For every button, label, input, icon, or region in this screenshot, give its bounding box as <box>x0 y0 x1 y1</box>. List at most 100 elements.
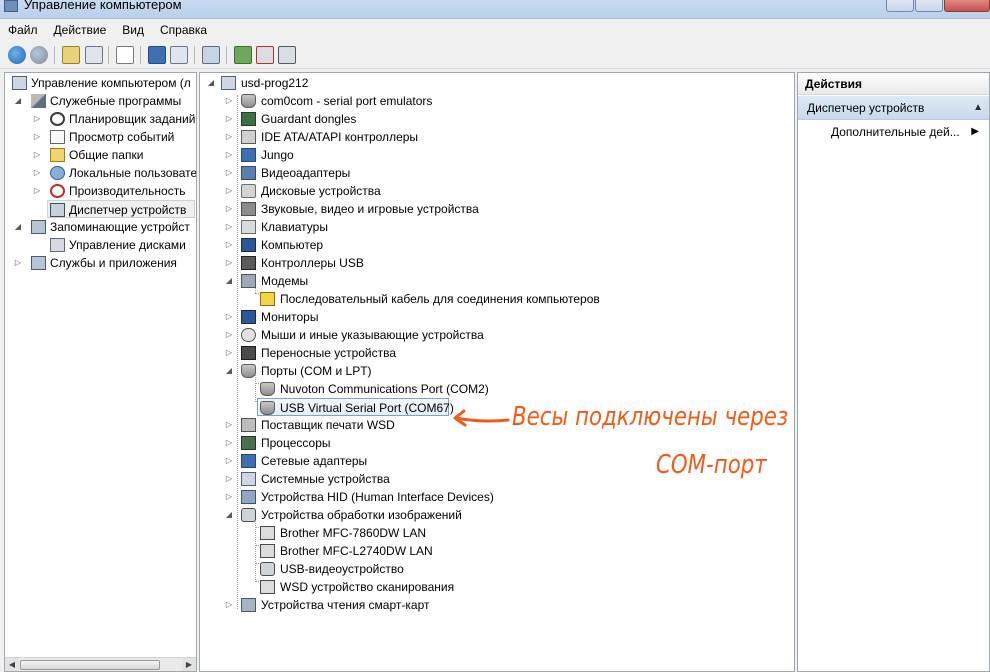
device-label: Brother MFC-7860DW LAN <box>280 526 427 540</box>
expand-arrow-icon[interactable]: ▷ <box>224 344 234 362</box>
collapse-arrow-icon[interactable]: ◢ <box>224 272 234 290</box>
window-title: Управление компьютером <box>24 0 182 12</box>
tools-icon <box>31 94 46 108</box>
actions-section-label: Диспетчер устройств <box>807 101 925 115</box>
expand-arrow-icon[interactable]: ▷ <box>224 470 234 488</box>
expand-arrow-icon[interactable]: ▷ <box>224 254 234 272</box>
back-arrow-icon[interactable] <box>8 46 26 64</box>
horizontal-scrollbar[interactable]: ◀ ▶ <box>5 657 196 671</box>
collapse-up-icon[interactable]: ▲ <box>973 96 983 120</box>
annotation-arrow <box>453 409 510 427</box>
device-tree-pane: ◢ usd-prog212 ▷ com0com - serial port em… <box>199 72 795 672</box>
expand-arrow-icon[interactable]: ▷ <box>224 452 234 470</box>
expand-arrow-icon[interactable]: ▷ <box>224 434 234 452</box>
tree-item-label: Производительность <box>69 184 186 198</box>
export-list-icon[interactable] <box>116 46 134 64</box>
expand-arrow-icon[interactable]: ▷ <box>224 200 234 218</box>
close-button[interactable] <box>944 0 990 12</box>
menu-file[interactable]: Файл <box>8 23 38 37</box>
event-log-icon <box>50 130 65 144</box>
expand-arrow-icon[interactable]: ▷ <box>224 218 234 236</box>
menu-help[interactable]: Справка <box>160 23 207 37</box>
expand-arrow-icon[interactable]: ▷ <box>224 308 234 326</box>
expand-arrow-icon[interactable]: ▷ <box>224 92 234 110</box>
scan-hardware-icon[interactable] <box>202 46 220 64</box>
expand-arrow-icon[interactable]: ▷ <box>32 182 42 200</box>
minimize-button[interactable] <box>886 0 914 12</box>
collapse-arrow-icon[interactable]: ◢ <box>13 92 23 110</box>
device-label: Видеоадаптеры <box>261 166 351 180</box>
scroll-left-icon[interactable]: ◀ <box>5 658 19 671</box>
collapse-arrow-icon[interactable]: ◢ <box>224 362 234 380</box>
expand-arrow-icon[interactable]: ▷ <box>224 488 234 506</box>
disk-drive-icon <box>241 184 256 198</box>
maximize-button[interactable] <box>915 0 943 12</box>
tree-item-device-manager[interactable]: Диспетчер устройств <box>47 200 195 218</box>
uninstall-device-icon[interactable] <box>256 46 274 64</box>
expand-arrow-icon[interactable]: ▷ <box>224 326 234 344</box>
disable-device-icon[interactable] <box>278 46 296 64</box>
clock-icon <box>50 112 65 126</box>
show-action-pane-icon[interactable] <box>170 46 188 64</box>
tree-item-label: Запоминающие устройст <box>50 220 190 234</box>
device-label: Системные устройства <box>261 472 390 486</box>
toolbar-separator <box>54 46 55 64</box>
toolbar-separator <box>140 46 141 64</box>
processor-icon <box>241 436 256 450</box>
webcam-icon <box>260 562 275 576</box>
toolbar-separator <box>194 46 195 64</box>
menu-action[interactable]: Действие <box>54 23 107 37</box>
annotation-line-2: COM-порт <box>656 450 767 480</box>
monitor-icon <box>241 310 256 324</box>
expand-arrow-icon[interactable]: ▷ <box>32 110 42 128</box>
system-device-icon <box>241 472 256 486</box>
expand-arrow-icon[interactable]: ▷ <box>224 146 234 164</box>
computer-management-icon <box>4 0 18 12</box>
expand-arrow-icon[interactable]: ▷ <box>224 236 234 254</box>
expand-arrow-icon[interactable]: ▷ <box>32 146 42 164</box>
menu-view[interactable]: Вид <box>122 23 144 37</box>
device-label: Последовательный кабель для соединения к… <box>280 292 600 306</box>
expand-arrow-icon[interactable]: ▷ <box>224 416 234 434</box>
up-folder-icon[interactable] <box>62 46 80 64</box>
title-bar: Управление компьютером <box>0 0 990 19</box>
tree-guide-line <box>255 515 256 582</box>
computer-management-icon <box>12 76 27 90</box>
tree-item-label: Управление дисками <box>69 238 186 252</box>
device-item-selected[interactable]: USB Virtual Serial Port (COM67) <box>257 398 454 416</box>
expand-arrow-icon[interactable]: ▷ <box>224 110 234 128</box>
device-label: USB-видеоустройство <box>280 562 404 576</box>
expand-arrow-icon[interactable]: ▷ <box>32 128 42 146</box>
expand-arrow-icon[interactable]: ▷ <box>13 254 23 272</box>
hid-icon <box>241 490 256 504</box>
collapse-arrow-icon[interactable]: ◢ <box>224 506 234 524</box>
expand-arrow-icon[interactable]: ▷ <box>224 596 234 614</box>
device-label: Модемы <box>261 274 309 288</box>
help-icon[interactable] <box>148 46 166 64</box>
expand-arrow-icon[interactable]: ▷ <box>32 164 42 182</box>
actions-pane: Действия Диспетчер устройств ▲ Дополните… <box>797 72 990 672</box>
tree-item-label: Диспетчер устройств <box>69 203 187 217</box>
serial-port-icon <box>241 94 256 108</box>
expand-arrow-icon[interactable]: ▷ <box>224 164 234 182</box>
device-label: Переносные устройства <box>261 346 397 360</box>
toolbar-separator <box>226 46 227 64</box>
console-tree-pane: Управление компьютером (л ◢ Служебные пр… <box>4 72 197 672</box>
scrollbar-thumb[interactable] <box>20 660 160 670</box>
collapse-arrow-icon[interactable]: ◢ <box>13 218 23 236</box>
forward-arrow-icon[interactable] <box>30 46 48 64</box>
expand-arrow-icon[interactable]: ▷ <box>224 128 234 146</box>
network-adapter-icon <box>241 454 256 468</box>
update-driver-icon[interactable] <box>234 46 252 64</box>
mouse-icon <box>241 328 256 342</box>
collapse-arrow-icon[interactable]: ◢ <box>206 74 216 92</box>
more-actions-item[interactable]: Дополнительные дей... ▶ <box>798 121 989 143</box>
ide-controller-icon <box>241 130 256 144</box>
show-hide-tree-icon[interactable] <box>85 46 103 64</box>
tree-guide-line <box>237 95 238 609</box>
scroll-right-icon[interactable]: ▶ <box>182 658 196 671</box>
tree-item-label: Службы и приложения <box>50 256 177 270</box>
actions-section-device-manager[interactable]: Диспетчер устройств ▲ <box>798 96 989 120</box>
expand-arrow-icon[interactable]: ▷ <box>224 182 234 200</box>
tree-item-label: Локальные пользовате <box>69 166 197 180</box>
